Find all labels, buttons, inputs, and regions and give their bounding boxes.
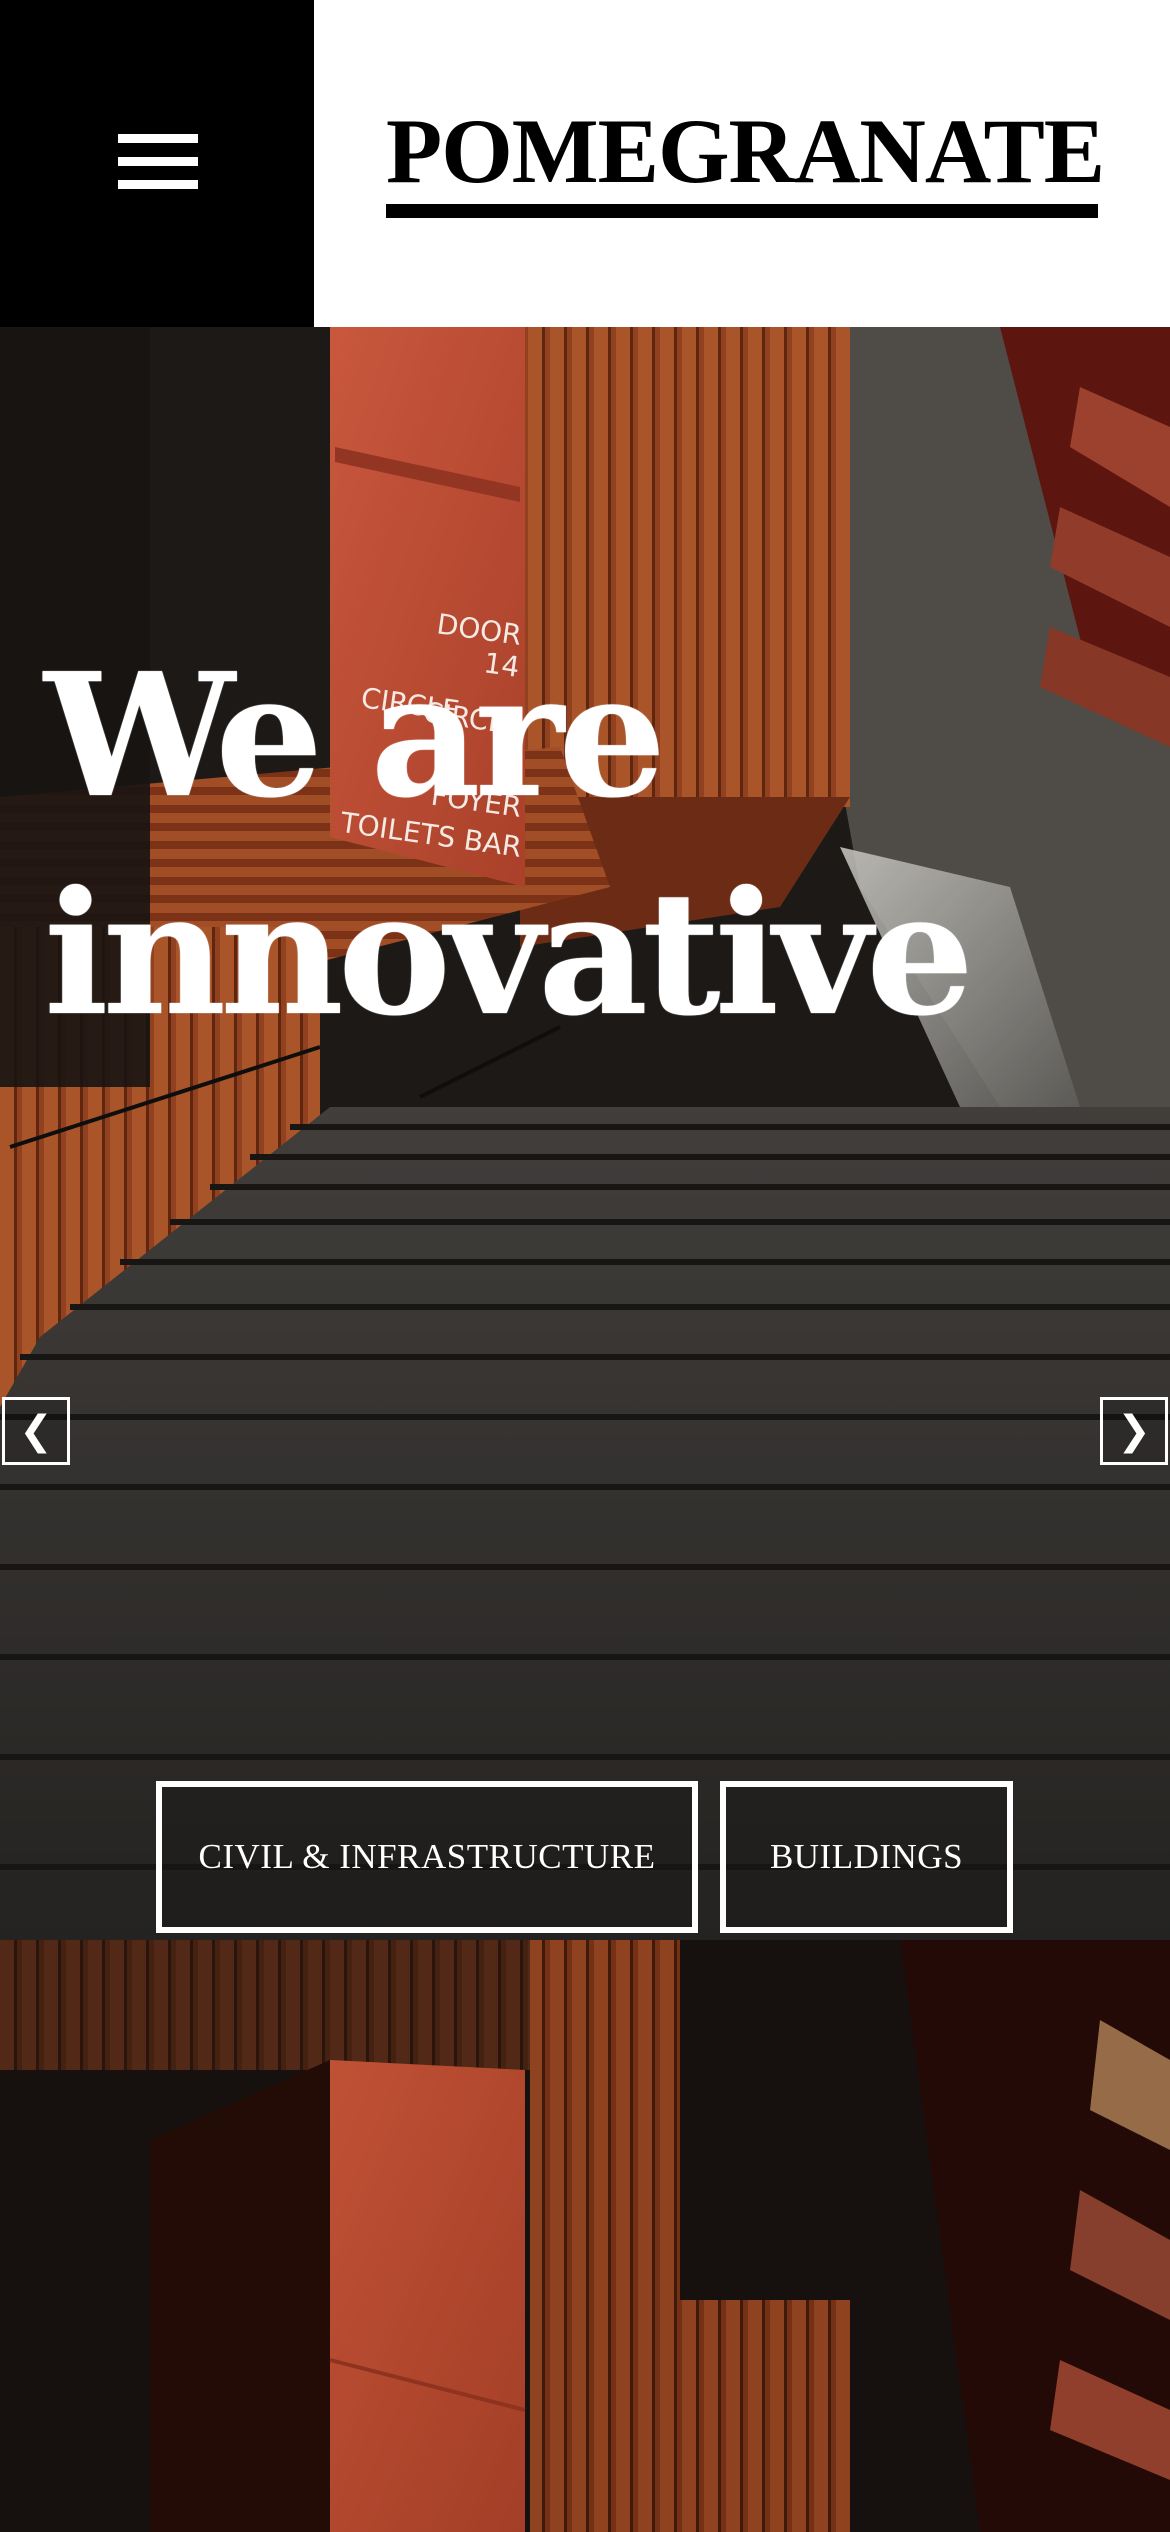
hamburger-menu-icon[interactable] (118, 132, 198, 192)
hero-headline-line2: innovative (44, 854, 974, 1054)
hero-background-image: DOOR14CIRCLECIRCLEFOYERTOILETS BAR (0, 327, 1170, 1940)
hero-headline: We are innovative (44, 627, 974, 1063)
buildings-button[interactable]: BUILDINGS (720, 1781, 1013, 1933)
chevron-left-icon: ❮ (19, 1408, 53, 1454)
hero-headline-line1: We are (44, 636, 666, 836)
next-slide-button[interactable]: ❯ (1100, 1397, 1168, 1465)
next-section-image (0, 1940, 1170, 2532)
menu-toggle-area[interactable] (0, 0, 314, 327)
prev-slide-button[interactable]: ❮ (2, 1397, 70, 1465)
civil-infrastructure-button[interactable]: CIVIL & INFRASTRUCTURE (156, 1781, 698, 1933)
hero-slider: DOOR 14 CIRCLE CIRCLE FOYER TOILETS BAR We ar… (0, 327, 1170, 1940)
site-logo[interactable]: POMEGRANATE (386, 105, 1105, 197)
logo-underline (386, 204, 1098, 218)
chevron-right-icon: ❯ (1117, 1408, 1151, 1454)
next-section-background (0, 1940, 1170, 2532)
site-header: POMEGRANATE (314, 0, 1170, 327)
